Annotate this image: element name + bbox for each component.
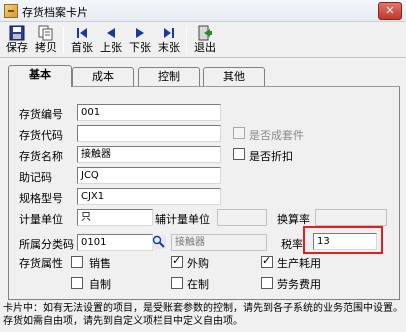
tab-basic[interactable]: 基本 [8,65,72,87]
self-made-checkbox[interactable] [71,277,83,289]
spec-field[interactable]: CJX1 [77,188,221,205]
tax-label: 税率 [281,238,303,251]
window-title: 存货档案卡片 [22,6,88,19]
is-kit-checkbox [233,127,245,139]
close-button[interactable]: ✕ [378,2,402,20]
copy-icon [38,25,53,41]
previous-record-label: 上张 [100,41,122,54]
app-icon [4,4,18,18]
self-made-label: 自制 [89,278,111,291]
toolbar-separator [186,26,187,54]
first-record-icon [77,28,87,38]
production-label: 生产耗用 [277,257,321,270]
unit-label: 计量单位 [19,213,63,226]
last-record-icon [164,28,174,38]
tax-highlight-box [303,226,383,254]
conversion-label: 换算率 [277,213,310,226]
inv-code-field[interactable] [77,125,221,142]
aux-unit-field [217,209,267,226]
sales-checkbox[interactable] [71,256,83,268]
unit-field[interactable]: 只 [77,209,153,226]
purchase-checkbox[interactable]: ✓ [171,254,183,268]
last-record-label: 末张 [158,41,180,54]
exit-icon [198,25,212,41]
tab-control[interactable]: 控制 [138,67,200,86]
copy-button[interactable]: 拷贝 [31,24,61,56]
name-label: 存货名称 [19,150,63,163]
first-record-button[interactable]: 首张 [67,24,97,56]
purchase-label: 外购 [187,257,209,270]
labor-cost-label: 劳务费用 [277,278,321,291]
save-button[interactable]: 保存 [2,24,32,56]
mnemonic-field[interactable]: JCQ [77,167,221,184]
in-process-label: 在制 [187,278,209,291]
last-record-button[interactable]: 末张 [154,24,184,56]
spec-label: 规格型号 [19,192,63,205]
copy-label: 拷贝 [35,41,57,54]
is-kit-label: 是否成套件 [249,129,304,142]
inv-code-label: 存货代码 [19,129,63,142]
previous-record-button[interactable]: 上张 [96,24,126,56]
name-field[interactable]: 接触器 [77,146,221,163]
sales-label: 销售 [89,257,111,270]
is-discount-checkbox[interactable] [233,148,245,160]
toolbar: 保存 拷贝 首张 上张 下张 末张 退出 [0,22,406,58]
code-field[interactable]: 001 [77,104,221,121]
toolbar-separator [63,26,64,54]
tab-other[interactable]: 其他 [203,67,265,86]
check-mark-icon: ✓ [172,254,182,267]
title-bar[interactable]: 存货档案卡片 ✕ [0,0,406,22]
inventory-card-window: 存货档案卡片 ✕ 保存 拷贝 首张 上张 下张 末张 退出 基本 成本 控制 其… [0,0,406,332]
conversion-field [315,209,387,226]
labor-cost-checkbox[interactable] [261,277,273,289]
in-process-checkbox[interactable] [171,277,183,289]
code-label: 存货编号 [19,108,63,121]
next-record-icon [136,28,144,38]
next-record-button[interactable]: 下张 [125,24,155,56]
lookup-icon[interactable] [152,235,166,249]
category-label: 所属分类码 [19,238,74,251]
category-code-field[interactable]: 0101 [77,234,153,251]
check-mark-icon: ✓ [262,254,272,267]
first-record-label: 首张 [71,41,93,54]
mnemonic-label: 助记码 [19,171,52,184]
aux-unit-label: 辅计量单位 [155,213,210,226]
attr-label: 存货属性 [19,257,63,270]
exit-button[interactable]: 退出 [190,24,220,56]
category-name-field: 接触器 [171,234,267,251]
production-checkbox[interactable]: ✓ [261,254,273,268]
save-icon [9,25,25,41]
tab-cost[interactable]: 成本 [72,67,134,86]
previous-record-icon [107,28,115,38]
save-label: 保存 [6,41,28,54]
exit-label: 退出 [194,41,216,54]
footer-note: 卡片中：如有无法设置的项目，是受账套参数的控制，请先到各子系统的业务范围中设置。… [3,303,403,327]
is-discount-label: 是否折扣 [249,150,293,163]
basic-tab-panel: 存货编号 001 存货代码 是否成套件 存货名称 接触器 是否折扣 助记码 JC… [8,86,400,300]
next-record-label: 下张 [129,41,151,54]
